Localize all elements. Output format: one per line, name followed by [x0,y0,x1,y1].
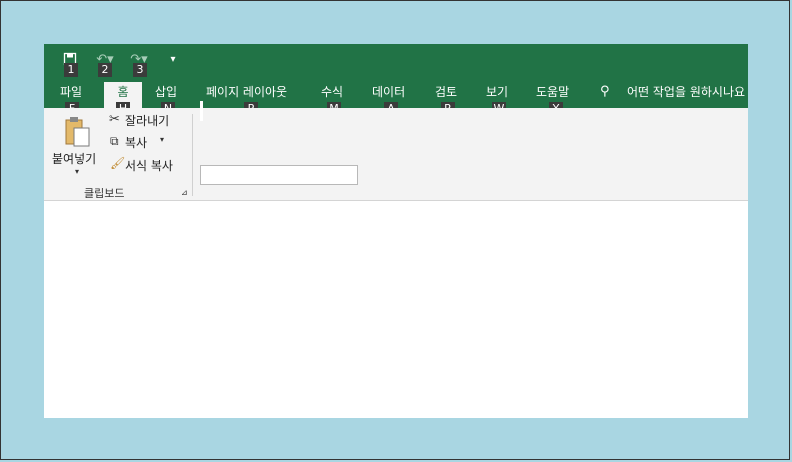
keytip-undo: 2 [98,63,112,77]
paste-button[interactable]: 붙여넣기 [52,150,96,167]
copy-button[interactable]: 복사 [125,134,147,151]
keytip-redo: 3 [133,63,147,77]
excel-window: 1 ↶▾ 2 ↷▾ 3 ▾ 파일 F 홈 H 삽입 N 페이지 레이아웃 P 수… [44,44,748,418]
customize-qat-icon[interactable]: ▾ [166,48,180,70]
copy-dropdown-icon[interactable]: ▾ [160,135,164,144]
group-separator [192,114,193,196]
scissors-icon: ✂ [109,112,120,127]
ribbon-home: 붙여넣기 ▾ ✂ 잘라내기 ⧉ 복사 ▾ 🖌 서식 복사 클립보드 ⊿ [44,101,748,201]
cut-button[interactable]: 잘라내기 [125,112,169,129]
format-painter-icon: 🖌 [110,156,126,170]
tell-me-box[interactable]: 어떤 작업을 원하시나요 [627,82,745,108]
copy-icon: ⧉ [110,134,119,148]
paste-icon[interactable] [63,116,91,148]
keytip-save: 1 [64,63,78,77]
title-bar: 1 ↶▾ 2 ↷▾ 3 ▾ 파일 F 홈 H 삽입 N 페이지 레이아웃 P 수… [44,44,748,116]
clipboard-launcher-icon[interactable]: ⊿ [181,188,188,197]
font-name-select[interactable] [200,165,358,185]
clipboard-group-label: 클립보드 [84,187,125,200]
paste-dropdown-icon[interactable]: ▾ [75,167,79,176]
lightbulb-icon: ⚲ [600,84,610,99]
format-painter-button[interactable]: 서식 복사 [125,157,173,174]
